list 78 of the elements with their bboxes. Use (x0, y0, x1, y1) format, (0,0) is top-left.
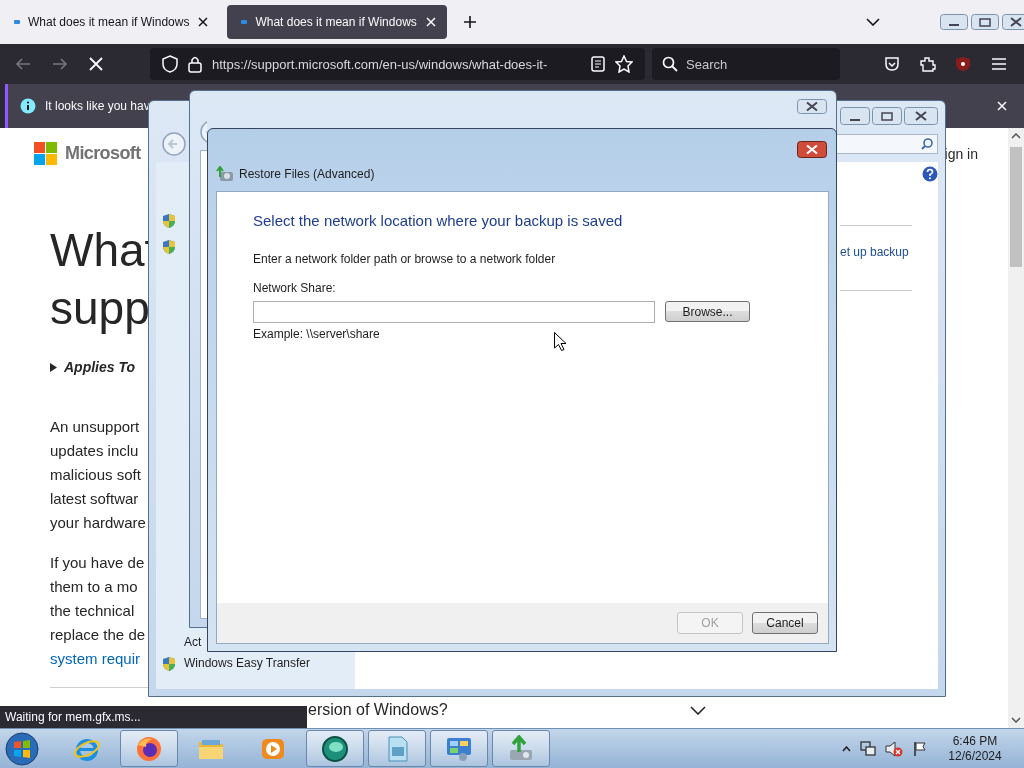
clock-date: 12/6/2024 (947, 748, 1003, 764)
shield-icon[interactable] (955, 56, 971, 72)
search-icon (921, 138, 933, 150)
favicon-icon (241, 20, 248, 24)
expand-triangle-icon[interactable] (50, 362, 57, 372)
shield-icon (162, 239, 176, 254)
search-field[interactable] (836, 134, 938, 154)
puzzle-icon[interactable] (920, 56, 936, 72)
search-field[interactable]: Search (652, 48, 840, 80)
taskbar-button[interactable] (430, 730, 488, 767)
scroll-down-icon[interactable] (1011, 717, 1021, 723)
status-text: Waiting for mem.gfx.ms... (0, 706, 307, 728)
link[interactable]: system requir (50, 650, 141, 667)
back-arrow-icon[interactable] (15, 56, 31, 72)
shield-icon (162, 213, 176, 228)
taskbar-button[interactable] (306, 730, 364, 767)
chevron-down-icon[interactable] (865, 18, 880, 26)
scroll-up-icon[interactable] (1011, 133, 1021, 139)
menu-icon[interactable] (991, 57, 1007, 71)
applies-to-toggle[interactable]: Applies To (64, 359, 136, 375)
close-button[interactable] (904, 107, 938, 125)
shield-icon (162, 655, 176, 671)
nav-link[interactable]: Windows Easy Transfer (184, 656, 311, 670)
lock-icon (188, 55, 202, 73)
caret-up-icon[interactable] (842, 745, 851, 752)
cursor-icon (554, 332, 566, 351)
close-button[interactable] (797, 99, 827, 114)
address-bar[interactable]: https://support.microsoft.com/en-us/windows/what-does-it- (150, 48, 645, 80)
search-icon (662, 56, 678, 72)
sphere-icon (321, 734, 349, 763)
field-label: Network Share: (253, 281, 337, 295)
network-icon[interactable] (860, 740, 876, 757)
faq-question[interactable]: ersion of Windows? (308, 701, 448, 719)
minimize-button[interactable] (840, 107, 870, 125)
reader-view-icon[interactable] (591, 56, 605, 72)
shield-icon (162, 55, 178, 73)
plus-icon[interactable] (462, 15, 477, 29)
close-button[interactable] (1001, 14, 1024, 30)
backup-icon (216, 166, 234, 182)
notification-text: It looks like you hav (45, 99, 150, 113)
favicon-icon (14, 20, 20, 24)
close-icon[interactable] (197, 16, 210, 28)
maximize-button[interactable] (970, 14, 999, 30)
close-button[interactable] (797, 141, 827, 158)
scrollbar-thumb[interactable] (1010, 147, 1022, 267)
browser-tab[interactable]: What does it mean if Windows (227, 5, 447, 39)
clock-time: 6:46 PM (951, 733, 999, 749)
forward-arrow-icon[interactable] (52, 56, 68, 72)
network-share-field[interactable] (253, 301, 655, 323)
browse-button[interactable]: Browse... (665, 301, 750, 322)
example-text: Example: \\server\share (253, 327, 381, 341)
dialog-heading: Select the network location where your backup is saved (253, 212, 624, 230)
start-button[interactable] (4, 730, 40, 767)
paragraph: An unsupport updates inclu malicious soft latest softwar your hardware (50, 417, 146, 533)
dialog-title: Restore Files (Advanced) (239, 167, 375, 181)
instruction-text: Enter a network folder path or browse to a network folder (253, 252, 557, 266)
pocket-icon[interactable] (884, 56, 900, 72)
dialog-button[interactable]: Cancel (752, 612, 818, 634)
stop-icon[interactable] (88, 56, 104, 72)
volume-muted-icon[interactable] (885, 740, 903, 757)
logo-text: Microsoft (65, 143, 141, 164)
setup-backup-link[interactable]: et up backup (840, 245, 909, 259)
taskbar-button[interactable] (120, 730, 178, 767)
nav-link[interactable]: Act (184, 635, 202, 649)
star-icon[interactable] (615, 55, 633, 73)
browser-tab[interactable]: What does it mean if Windows (0, 5, 220, 39)
backup-icon (507, 734, 535, 763)
help-icon[interactable] (922, 166, 938, 182)
flag-icon[interactable] (912, 740, 928, 757)
chevron-down-icon[interactable] (690, 705, 706, 715)
minimize-button[interactable] (939, 14, 968, 30)
browser-icon (135, 734, 163, 763)
close-icon[interactable] (424, 16, 437, 28)
maximize-button[interactable] (872, 107, 902, 125)
paragraph: If you have de them to a mo the technical replace the de system requir (50, 553, 146, 669)
logo-icon (34, 142, 57, 165)
clock[interactable]: 6:46 PM 12/6/2024 (945, 733, 1005, 764)
info-icon (20, 98, 36, 114)
